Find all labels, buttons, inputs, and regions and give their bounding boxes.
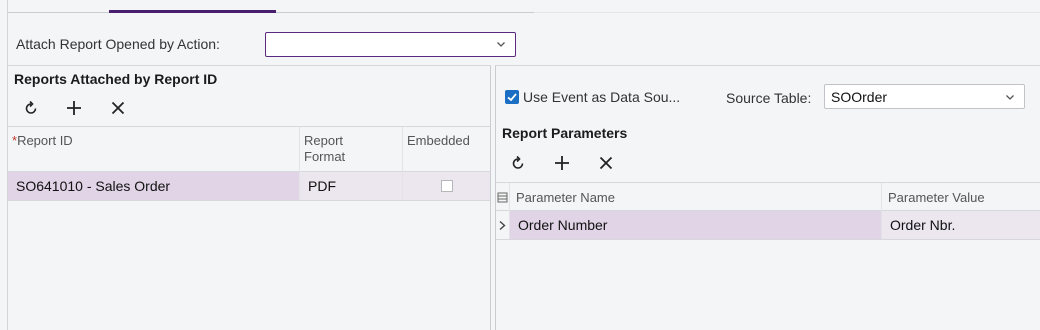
use-event-label: Use Event as Data Sou... — [523, 89, 681, 105]
cell-parameter-value[interactable]: Order Nbr. — [882, 211, 1040, 239]
chevron-down-icon — [1006, 95, 1014, 100]
checkmark-icon — [507, 93, 517, 102]
attach-report-row: Attach Report Opened by Action: — [16, 32, 516, 57]
use-event-checkbox[interactable] — [505, 90, 519, 104]
attach-report-select[interactable] — [265, 32, 516, 57]
row-expand-icon[interactable] — [496, 211, 510, 239]
source-table-label: Source Table: — [726, 90, 812, 106]
add-icon[interactable] — [553, 154, 571, 172]
cell-report-format[interactable]: PDF — [300, 172, 403, 200]
reports-panel: Reports Attached by Report ID *Report ID… — [8, 65, 491, 330]
use-event-checkbox-row[interactable]: Use Event as Data Sou... — [505, 89, 680, 105]
active-tab-indicator[interactable] — [109, 10, 276, 13]
report-parameters-title: Report Parameters — [502, 125, 628, 141]
refresh-icon[interactable] — [22, 99, 40, 117]
delete-icon[interactable] — [597, 154, 615, 172]
source-table-select[interactable]: SOOrder — [824, 84, 1025, 109]
attach-report-label: Attach Report Opened by Action: — [16, 36, 220, 52]
reports-grid-header: *Report ID Report Format Embedded — [8, 126, 490, 173]
row-settings-icon[interactable] — [496, 183, 510, 211]
table-row[interactable]: Order Number Order Nbr. — [496, 211, 1040, 240]
parameters-panel: Use Event as Data Sou... Source Table: S… — [495, 65, 1040, 330]
column-embedded[interactable]: Embedded — [403, 127, 490, 173]
chevron-down-icon — [497, 42, 505, 47]
cell-parameter-name[interactable]: Order Number — [510, 211, 882, 239]
parameters-grid-header: Parameter Name Parameter Value — [496, 182, 1040, 211]
reports-panel-title: Reports Attached by Report ID — [14, 71, 218, 87]
refresh-icon[interactable] — [509, 154, 527, 172]
embedded-checkbox[interactable] — [441, 180, 453, 192]
delete-icon[interactable] — [109, 99, 127, 117]
cell-report-id[interactable]: SO641010 - Sales Order — [8, 172, 300, 200]
tab-divider-right — [534, 12, 1040, 13]
column-parameter-name[interactable]: Parameter Name — [510, 183, 882, 211]
tab-strip — [0, 0, 1040, 13]
source-table-value: SOOrder — [831, 89, 888, 105]
column-report-format[interactable]: Report Format — [300, 127, 403, 173]
cell-embedded[interactable] — [403, 172, 490, 200]
column-report-id[interactable]: *Report ID — [8, 127, 300, 173]
add-icon[interactable] — [65, 99, 83, 117]
column-parameter-value[interactable]: Parameter Value — [882, 183, 1040, 211]
table-row[interactable]: SO641010 - Sales Order PDF — [8, 172, 490, 201]
